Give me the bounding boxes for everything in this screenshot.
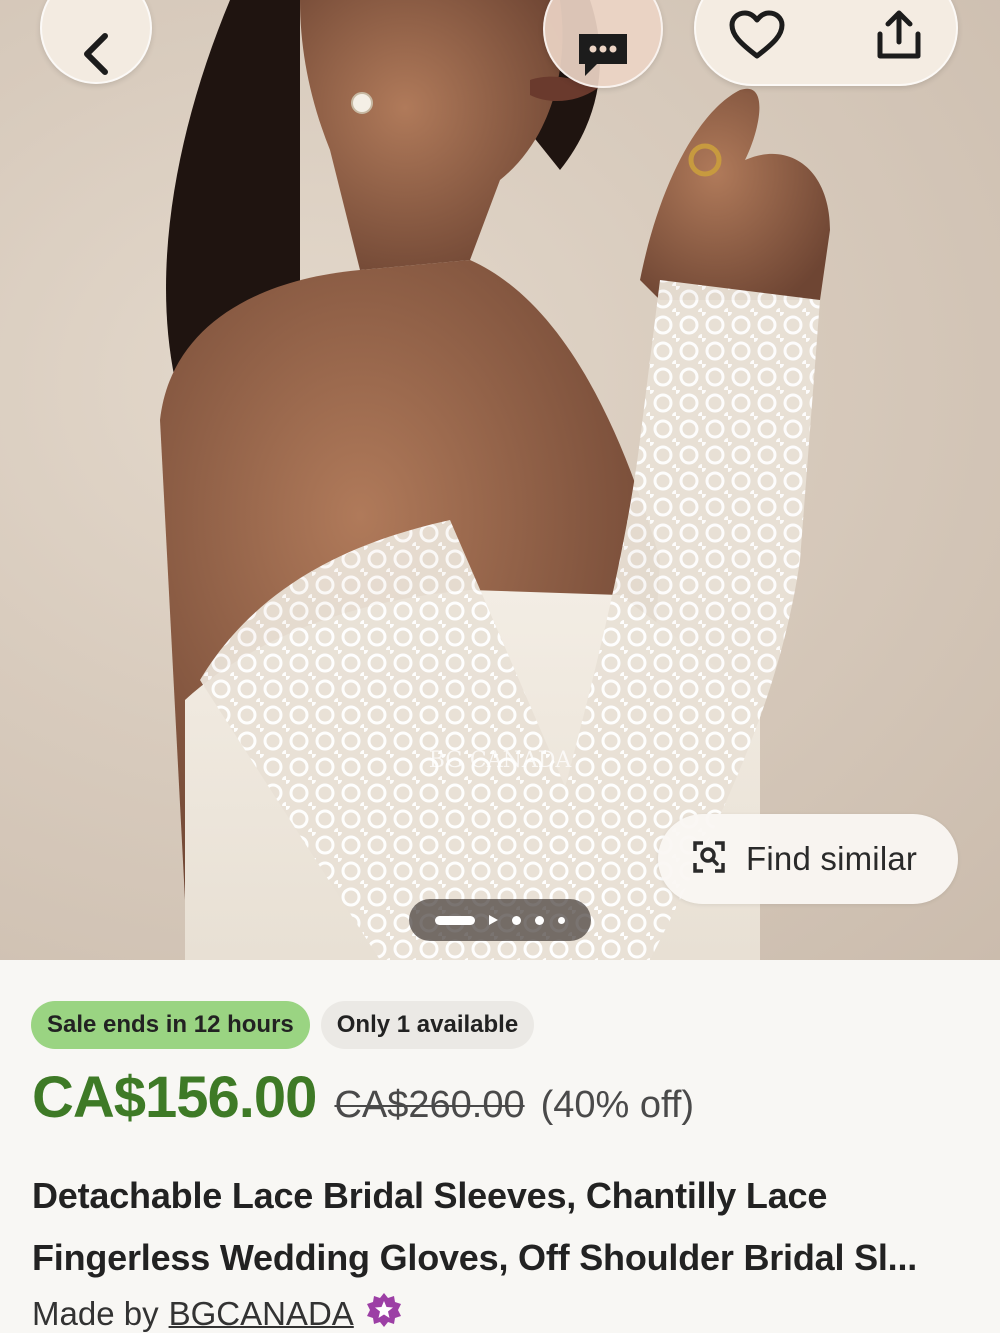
indicator-dot: [512, 915, 521, 925]
stock-badge: Only 1 available: [320, 1001, 535, 1049]
listing-badges: Sale ends in 12 hours Only 1 available: [31, 1001, 535, 1049]
video-play-indicator-icon: [489, 915, 498, 925]
made-by-row: Made by BGCANADA: [32, 1292, 402, 1333]
price-row: CA$156.00 CA$260.00 (40% off): [32, 1064, 694, 1131]
discount-label: (40% off): [540, 1084, 695, 1126]
sale-badge: Sale ends in 12 hours: [31, 1001, 310, 1049]
image-search-icon: [692, 840, 726, 879]
share-icon: [872, 8, 926, 67]
shop-name-link[interactable]: BGCANADA: [169, 1295, 354, 1333]
chevron-left-icon: [81, 32, 111, 81]
listing-page: BG CANADA Find similar Sale ends in 12 h…: [0, 0, 1000, 1333]
star-seller-badge-icon: [366, 1292, 402, 1333]
listing-title-line: Fingerless Wedding Gloves, Off Shoulder …: [32, 1237, 918, 1278]
made-by-label: Made by: [32, 1295, 159, 1332]
find-similar-button[interactable]: Find similar: [658, 814, 958, 904]
listing-title-line: Detachable Lace Bridal Sleeves, Chantill…: [32, 1175, 828, 1216]
favorite-button[interactable]: [722, 2, 792, 72]
original-price: CA$260.00: [334, 1084, 525, 1126]
indicator-active-bar: [435, 915, 475, 925]
share-button[interactable]: [864, 2, 934, 72]
indicator-dot: [535, 915, 544, 925]
heart-outline-icon: [728, 9, 786, 66]
indicator-dot: [558, 916, 565, 924]
current-price: CA$156.00: [32, 1065, 317, 1130]
listing-info: Sale ends in 12 hours Only 1 available C…: [0, 960, 1000, 1333]
listing-title[interactable]: Detachable Lace Bridal Sleeves, Chantill…: [32, 1165, 972, 1289]
chat-bubble-icon: [575, 30, 631, 87]
image-carousel-indicator[interactable]: [409, 899, 591, 941]
watermark-text: BG CANADA: [429, 748, 573, 773]
product-image-gallery[interactable]: BG CANADA Find similar: [0, 0, 1000, 960]
favorite-share-group: [694, 0, 958, 86]
find-similar-label: Find similar: [746, 840, 918, 877]
